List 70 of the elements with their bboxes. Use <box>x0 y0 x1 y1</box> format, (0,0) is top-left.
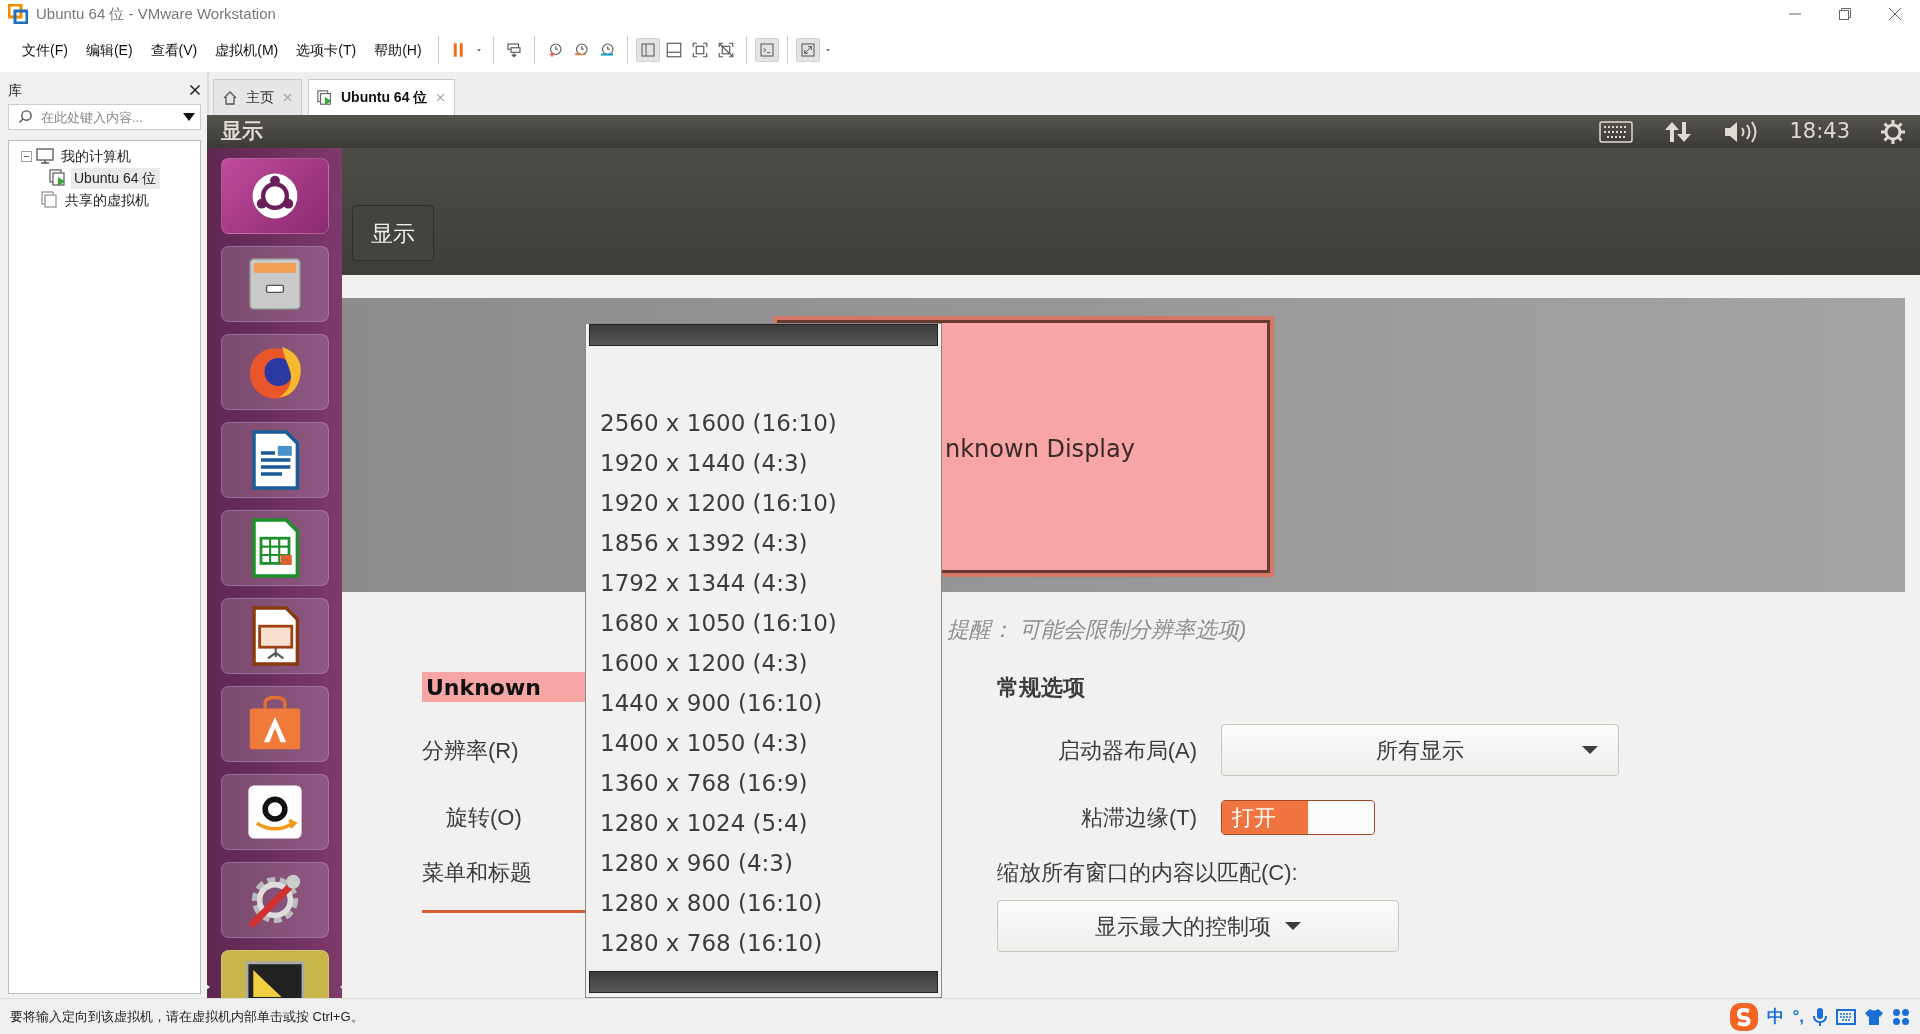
shirt-icon[interactable] <box>1864 1007 1884 1026</box>
keyboard-icon[interactable] <box>1836 1008 1856 1025</box>
microphone-icon[interactable] <box>1812 1006 1828 1027</box>
menu-item[interactable]: 帮助(H) <box>366 35 430 65</box>
window-title: Ubuntu 64 位 - VMware Workstation <box>36 3 276 24</box>
dropdown[interactable]: 所有显示 <box>1221 724 1619 776</box>
virtual-machine-icon <box>317 89 333 106</box>
field-label: 菜单和标题 <box>422 858 532 887</box>
menu-item[interactable]: 选项卡(T) <box>288 35 365 65</box>
grid-icon[interactable] <box>1892 1007 1910 1026</box>
dropdown-caret-icon[interactable] <box>183 113 195 121</box>
panel-title: 显示 <box>221 117 263 145</box>
collapse-icon[interactable] <box>21 150 32 162</box>
display-name: Unknown <box>422 672 585 702</box>
shared-machines-icon <box>40 191 58 209</box>
computer-icon <box>36 147 54 165</box>
launcher-button[interactable] <box>220 686 329 762</box>
launcher-button[interactable] <box>220 510 329 586</box>
menu-item[interactable]: 1280 x 960 (4:3) <box>586 843 941 883</box>
menu-item[interactable]: 1400 x 1050 (4:3) <box>586 723 941 763</box>
menu-item[interactable]: 查看(V) <box>142 35 206 65</box>
clock[interactable]: 18:43 <box>1789 115 1850 148</box>
launcher-button[interactable] <box>220 774 329 850</box>
caret-icon <box>1582 746 1598 754</box>
tray-item[interactable]: 中 <box>1767 1003 1785 1030</box>
menu-item[interactable]: 1440 x 900 (16:10) <box>586 683 941 723</box>
gear-icon[interactable] <box>1880 118 1906 145</box>
fullscreen-icon[interactable] <box>795 38 820 62</box>
panel-title: 库 <box>8 80 22 100</box>
menu-item[interactable]: 1360 x 768 (16:9) <box>586 763 941 803</box>
close-icon[interactable] <box>189 84 201 96</box>
home-icon <box>222 89 238 106</box>
menu-item[interactable]: 文件(F) <box>14 35 76 65</box>
status-text: 要将输入定向到该虚拟机，请在虚拟机内部单击或按 Ctrl+G。 <box>10 1007 364 1026</box>
section-title: 常规选项 <box>997 673 1085 702</box>
sidebar-view-icon[interactable] <box>635 38 660 62</box>
menu-item[interactable]: 虚拟机(M) <box>207 35 287 65</box>
tab[interactable]: 主页 <box>213 79 302 115</box>
app-logo-icon <box>8 4 28 24</box>
tree-item[interactable]: 共享的虚拟机 <box>62 189 152 211</box>
search-icon <box>18 109 33 124</box>
field-label: 缩放所有窗口的内容以匹配(C): <box>997 858 1298 887</box>
console-icon[interactable] <box>754 38 779 62</box>
hint-text: 提醒： 可能会限制分辨率选项) <box>947 616 1247 643</box>
network-arrows-icon[interactable] <box>1663 119 1694 144</box>
menu-item[interactable]: 1600 x 1200 (4:3) <box>586 643 941 683</box>
launcher-button[interactable] <box>220 158 329 234</box>
search-field[interactable]: 在此处键入内容... <box>8 104 201 130</box>
ime-logo-icon[interactable] <box>1729 1001 1760 1032</box>
menu-item[interactable]: 1280 x 800 (16:10) <box>586 883 941 923</box>
menu-item[interactable]: 1680 x 1050 (16:10) <box>586 603 941 643</box>
scroll-up-button[interactable] <box>589 324 938 346</box>
restore-icon[interactable] <box>1838 7 1852 21</box>
field-label: 旋转(O) <box>446 803 522 832</box>
tree-item[interactable]: Ubuntu 64 位 <box>71 167 160 189</box>
breadcrumb-button[interactable]: 显示 <box>352 205 434 261</box>
field-label: 粘滞边缘(T) <box>1079 803 1197 832</box>
launcher-button[interactable] <box>220 598 329 674</box>
caret-icon <box>1285 922 1301 930</box>
field-label: 启动器布局(A) <box>1056 736 1197 765</box>
menu-item[interactable]: 1280 x 1024 (5:4) <box>586 803 941 843</box>
launcher-button[interactable] <box>220 422 329 498</box>
tray-item[interactable]: °, <box>1792 1003 1804 1030</box>
menu-item[interactable]: 1280 x 768 (16:10) <box>586 923 941 963</box>
tree-item[interactable]: 我的计算机 <box>58 145 134 167</box>
menu-item[interactable]: 编辑(E) <box>77 35 141 65</box>
field-label: 分辨率(R) <box>422 736 519 765</box>
tab[interactable]: Ubuntu 64 位 <box>308 79 456 115</box>
virtual-machine-icon <box>49 169 67 187</box>
dropdown[interactable]: 显示最大的控制项 <box>997 900 1399 952</box>
